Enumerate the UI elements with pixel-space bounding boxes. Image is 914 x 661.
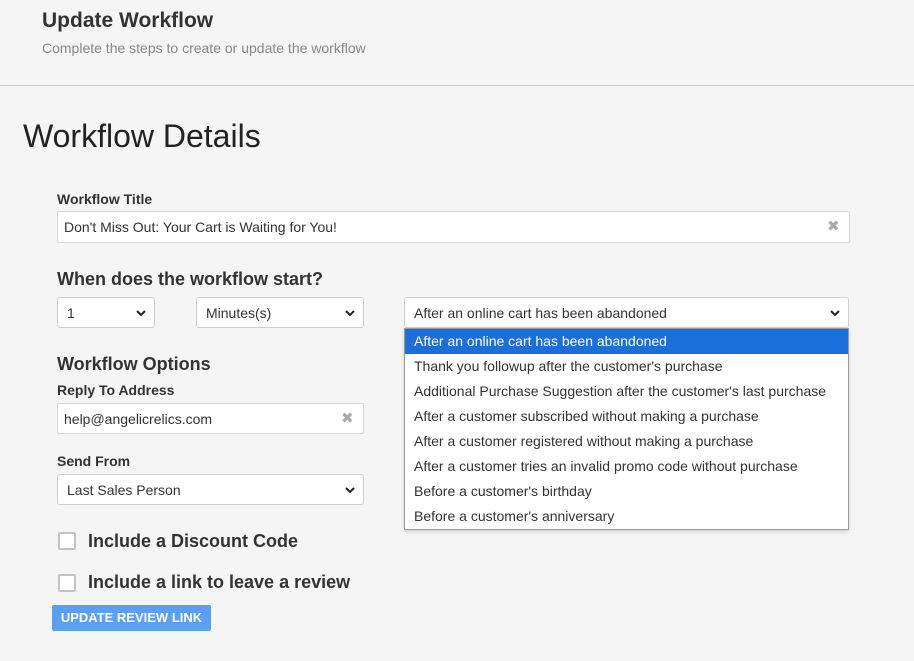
discount-label[interactable]: Include a Discount Code [88, 531, 298, 552]
trigger-option[interactable]: Thank you followup after the customer's … [405, 354, 848, 379]
trigger-option[interactable]: Before a customer's anniversary [405, 504, 848, 529]
start-heading: When does the workflow start? [57, 269, 324, 289]
update-review-link-button[interactable]: UPDATE REVIEW LINK [52, 605, 211, 631]
start-trigger-value: After an online cart has been abandoned [414, 305, 667, 321]
page-title: Update Workflow [42, 9, 214, 32]
chevron-down-icon [136, 310, 146, 317]
send-from-select[interactable]: Last Sales Person [57, 474, 364, 505]
start-trigger-select[interactable]: After an online cart has been abandoned [404, 297, 849, 328]
start-unit-value: Minutes(s) [206, 305, 272, 321]
discount-checkbox[interactable] [58, 532, 76, 550]
send-from-label: Send From [57, 453, 131, 469]
trigger-option[interactable]: After an online cart has been abandoned [405, 329, 848, 354]
workflow-title-input[interactable] [58, 212, 819, 242]
page-subtitle: Complete the steps to create or update t… [42, 40, 366, 56]
start-amount-select[interactable]: 1 [57, 297, 155, 328]
reply-to-input[interactable] [58, 404, 333, 433]
chevron-down-icon [345, 487, 355, 494]
options-heading: Workflow Options [57, 354, 211, 374]
trigger-option[interactable]: Before a customer's birthday [405, 479, 848, 504]
send-from-value: Last Sales Person [67, 482, 181, 498]
clear-reply-icon[interactable]: ✖ [341, 410, 355, 428]
trigger-option[interactable]: Additional Purchase Suggestion after the… [405, 379, 848, 404]
trigger-option[interactable]: After a customer tries an invalid promo … [405, 454, 848, 479]
trigger-option[interactable]: After a customer registered without maki… [405, 429, 848, 454]
reply-to-field: ✖ [57, 403, 364, 434]
workflow-title-field: ✖ [57, 211, 850, 243]
section-title: Workflow Details [23, 118, 261, 154]
review-link-label[interactable]: Include a link to leave a review [88, 572, 350, 593]
page-header: Update Workflow Complete the steps to cr… [0, 0, 914, 86]
chevron-down-icon [345, 310, 355, 317]
clear-title-icon[interactable]: ✖ [827, 218, 841, 236]
start-amount-value: 1 [67, 305, 75, 321]
start-unit-select[interactable]: Minutes(s) [196, 297, 364, 328]
workflow-title-label: Workflow Title [57, 191, 153, 207]
review-link-checkbox[interactable] [58, 574, 76, 592]
trigger-dropdown-list: After an online cart has been abandoned T… [404, 328, 849, 530]
chevron-down-icon [830, 310, 840, 317]
trigger-option[interactable]: After a customer subscribed without maki… [405, 404, 848, 429]
reply-to-label: Reply To Address [57, 382, 175, 398]
